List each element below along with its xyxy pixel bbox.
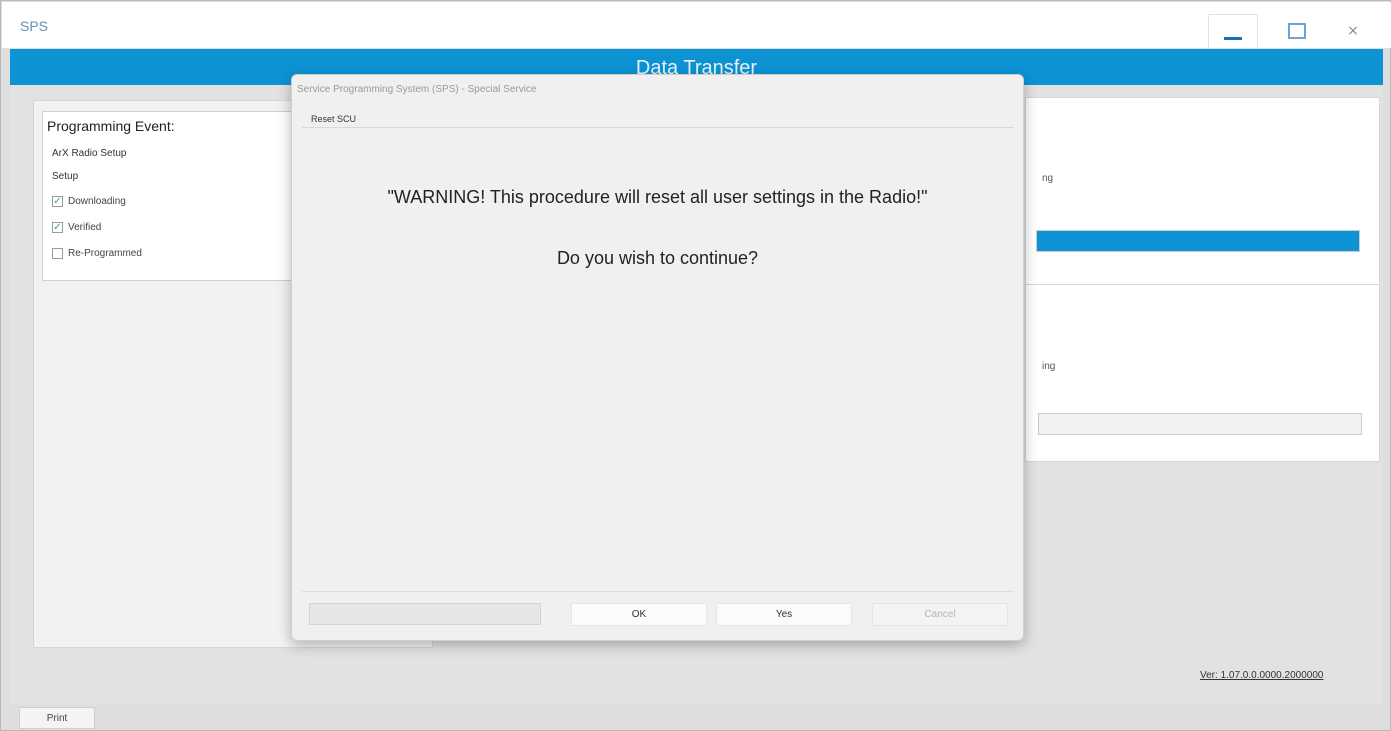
version-link[interactable]: Ver: 1.07.0.0.0000.2000000: [1200, 670, 1323, 681]
programming-event-box: Programming Event: ArX Radio Setup Setup…: [42, 111, 332, 281]
programming-event-heading: Programming Event:: [47, 118, 175, 134]
step-label: Downloading: [68, 196, 126, 207]
step-verified: ✓ Verified: [52, 222, 101, 233]
print-button[interactable]: Print: [19, 707, 95, 729]
app-title: SPS: [20, 18, 49, 34]
dialog-progress-bar: [309, 603, 541, 625]
progress-bar-2: [1038, 413, 1362, 435]
step-label: Verified: [68, 222, 102, 233]
confirm-dialog: Service Programming System (SPS) - Speci…: [291, 74, 1024, 641]
step-label: Re-Programmed: [68, 248, 142, 259]
question-text: Do you wish to continue?: [556, 248, 759, 268]
yes-button[interactable]: Yes: [716, 603, 852, 626]
cancel-button[interactable]: Cancel: [872, 603, 1008, 626]
title-bar: SPS ×: [2, 2, 1391, 48]
dialog-title: Service Programming System (SPS) - Speci…: [297, 84, 537, 95]
minimize-button[interactable]: [1208, 14, 1258, 48]
warning-text: "WARNING! This procedure will reset all …: [387, 187, 928, 207]
right-panel: ng ing: [1025, 97, 1380, 462]
event-line: Setup: [52, 171, 79, 182]
event-line: ArX Radio Setup: [52, 148, 127, 159]
unchecked-checkbox-icon: [52, 248, 63, 259]
checked-checkbox-icon: ✓: [52, 195, 63, 207]
status-text-2: ing: [1042, 361, 1056, 372]
status-text-1: ng: [1042, 173, 1054, 184]
checked-checkbox-icon: ✓: [52, 221, 63, 233]
dialog-caption: Reset SCU: [311, 114, 357, 124]
progress-bar-1: [1036, 230, 1360, 252]
maximize-button[interactable]: [1272, 14, 1322, 48]
ok-button[interactable]: OK: [571, 603, 707, 626]
divider: [1026, 284, 1379, 285]
divider: [302, 591, 1014, 592]
step-reprogrammed: Re-Programmed: [52, 248, 142, 259]
step-downloading: ✓ Downloading: [52, 196, 126, 207]
progress-fill-1: [1037, 231, 1359, 251]
close-button[interactable]: ×: [1328, 14, 1378, 48]
divider: [302, 127, 1014, 128]
